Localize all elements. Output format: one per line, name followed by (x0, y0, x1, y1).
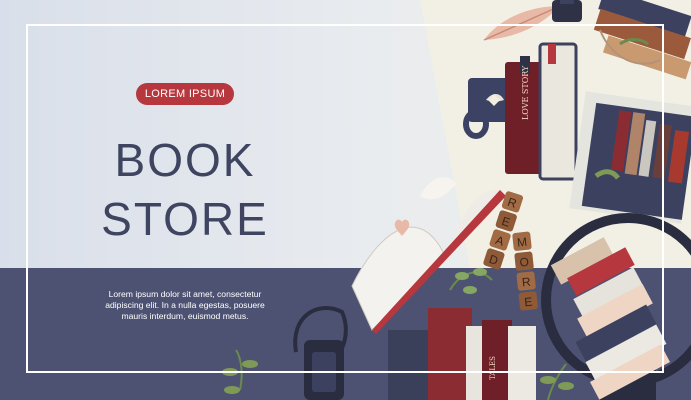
page-title-line-1: BOOK (114, 134, 256, 186)
book-store-banner: LOVE STORY R E A D M O R E TALES LOREM I… (0, 0, 691, 400)
ink-bottle-icon (552, 0, 582, 22)
badge-label: LOREM IPSUM (136, 83, 234, 105)
body-text: Lorem ipsum dolor sit amet, consectetur … (105, 289, 265, 321)
page-title-line-2: STORE (101, 193, 269, 245)
